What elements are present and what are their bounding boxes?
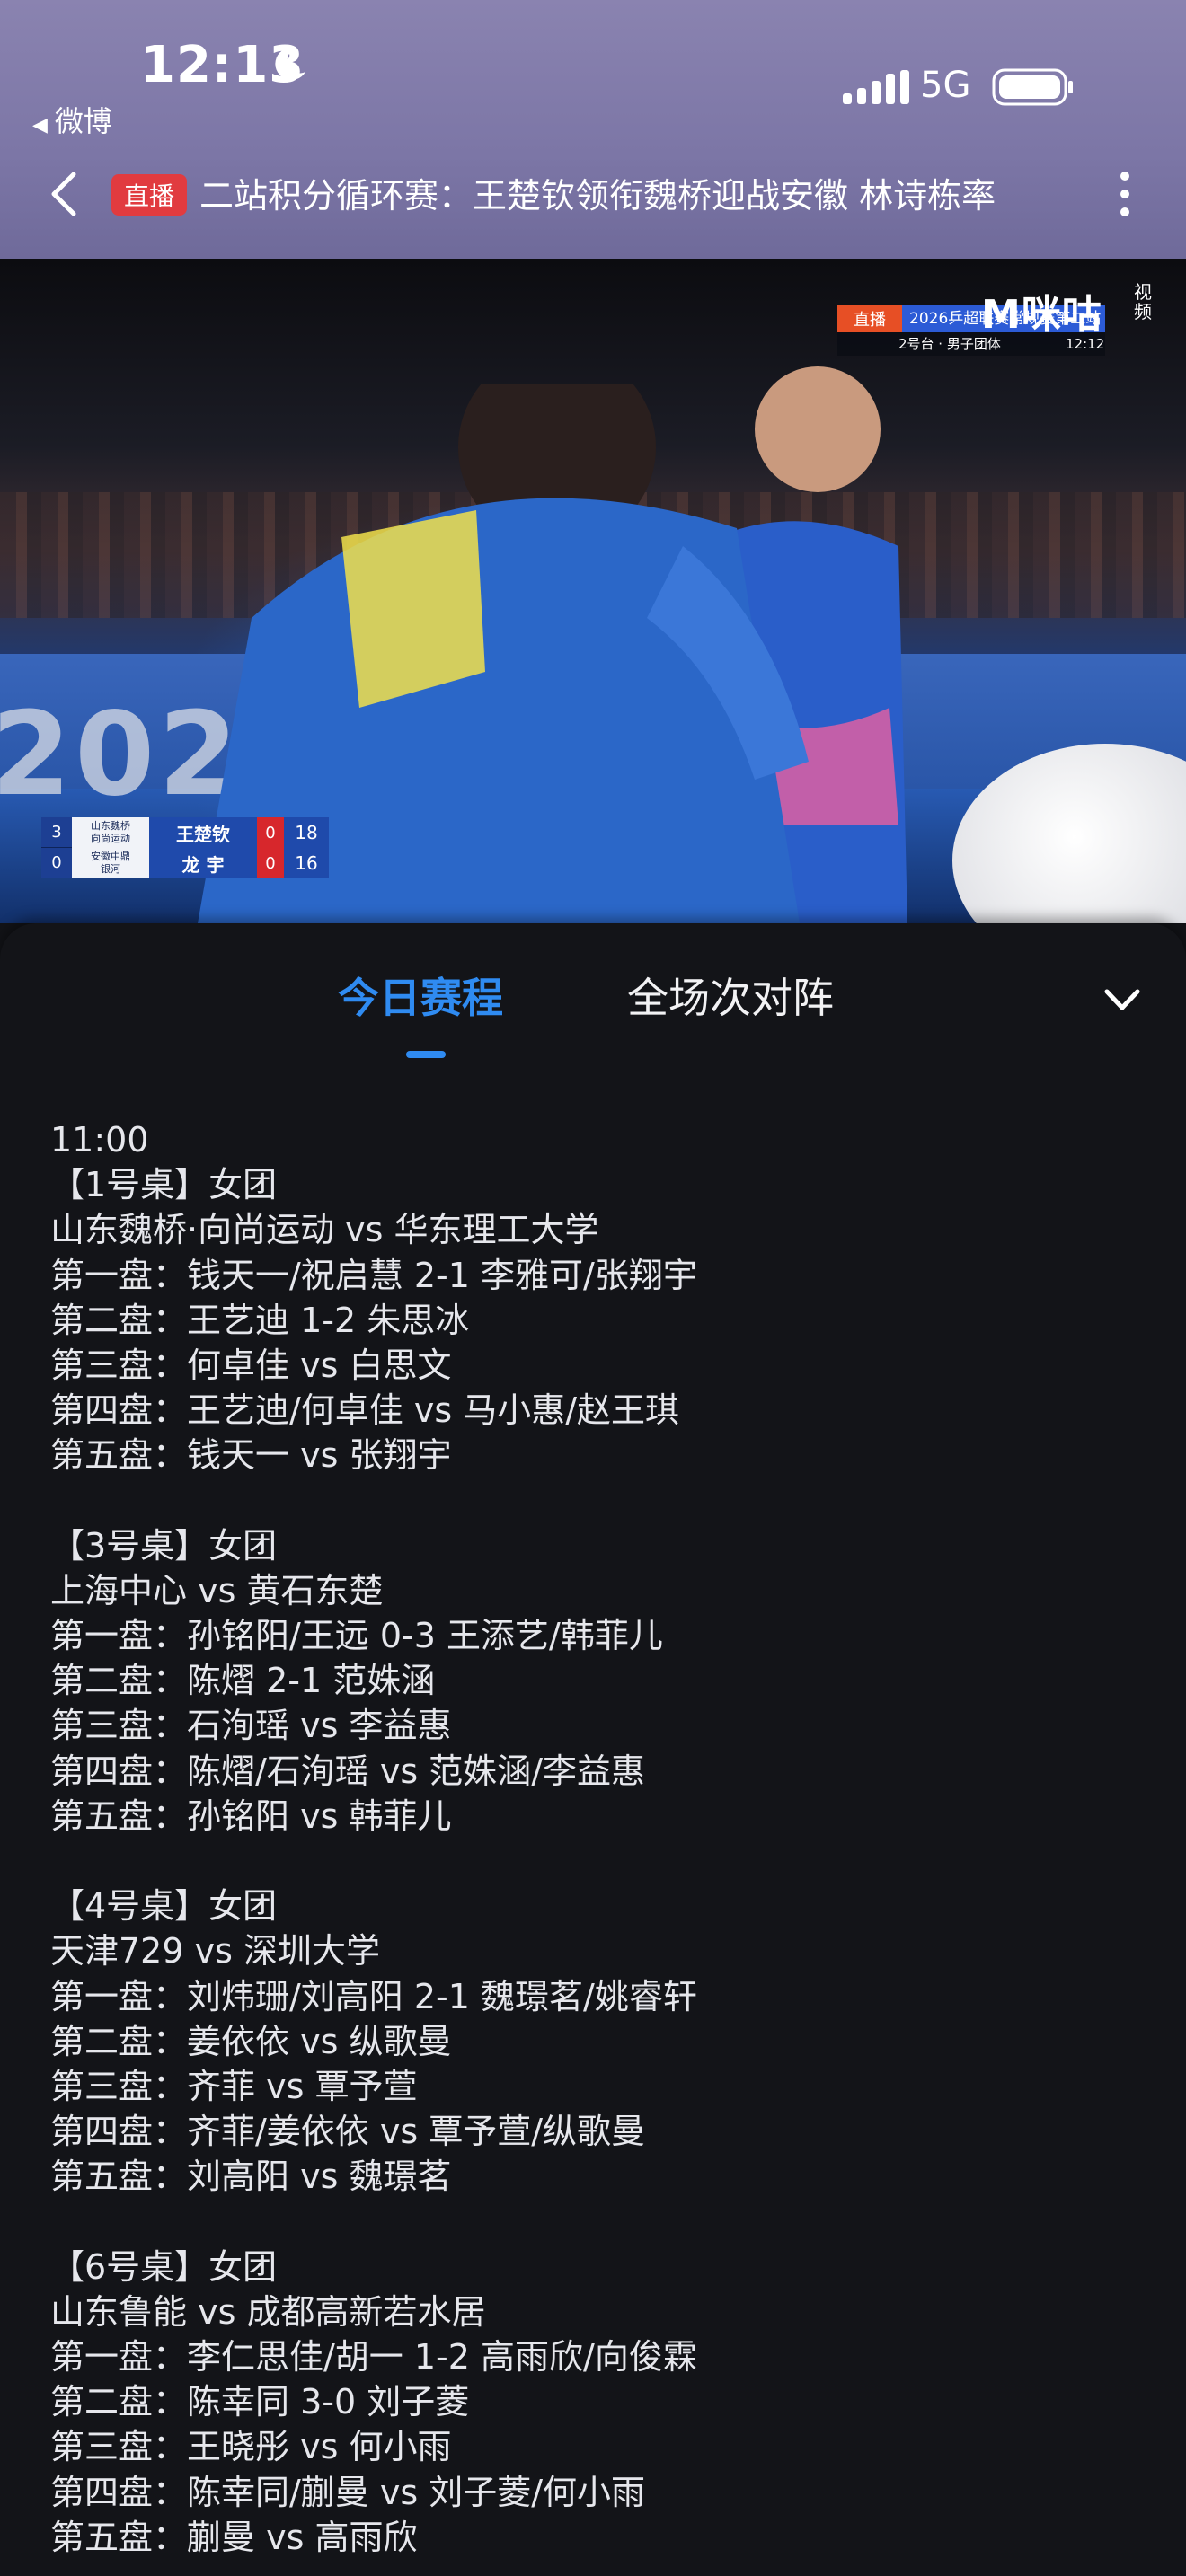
game-line: 第二盘：王艺迪 1-2 朱思冰 xyxy=(50,1300,470,1340)
scoreboard: 3 山东魏桥 向尚运动 王楚钦 0 18 0 安徽中鼎 银河 龙 宇 0 16 xyxy=(41,817,329,878)
point-score: 18 xyxy=(284,817,329,848)
table-matchup: 山东魏桥·向尚运动 vs 华东理工大学 xyxy=(50,1210,599,1250)
battery-icon xyxy=(992,68,1073,106)
schedule-list: 11:00 【1号桌】女团 山东魏桥·向尚运动 vs 华东理工大学 第一盘：钱天… xyxy=(50,1117,1146,2560)
game-line: 第四盘：齐菲/姜依依 vs 覃予萱/纵歌曼 xyxy=(50,2112,646,2152)
team-name-line1: 山东魏桥 xyxy=(91,820,130,832)
table-header: 【4号桌】女团 xyxy=(50,1886,278,1927)
scoreboard-row: 0 安徽中鼎 银河 龙 宇 0 16 xyxy=(41,848,329,878)
game-line: 第三盘：齐菲 vs 覃予萱 xyxy=(50,2066,418,2106)
moon-icon xyxy=(275,48,305,81)
player-name: 王楚钦 xyxy=(149,817,257,848)
team-name: 山东魏桥 向尚运动 xyxy=(72,817,149,848)
table-header: 【3号桌】女团 xyxy=(50,1525,278,1566)
sets-won: 0 xyxy=(41,848,72,878)
more-options-icon[interactable] xyxy=(1114,167,1136,221)
team-name-line2: 银河 xyxy=(101,863,120,875)
top-header: 12:13 ◀ 微博 5G 直播 二站积分循环赛：王楚钦领衔魏桥迎战安徽 林诗栋率 xyxy=(0,0,1186,259)
signal-icon xyxy=(843,70,909,104)
table-matchup: 上海中心 vs 黄石东楚 xyxy=(50,1570,384,1610)
game-line: 第五盘：蒯曼 vs 高雨欣 xyxy=(50,2517,418,2557)
game-line: 第五盘：钱天一 vs 张翔宇 xyxy=(50,1435,452,1476)
game-line: 第四盘：陈幸同/蒯曼 vs 刘子菱/何小雨 xyxy=(50,2472,646,2512)
schedule-time: 11:00 xyxy=(50,1120,149,1160)
game-line: 第二盘：姜依依 vs 纵歌曼 xyxy=(50,2021,452,2061)
chevron-down-icon[interactable] xyxy=(1102,984,1143,1017)
game-line: 第四盘：陈熠/石洵瑶 vs 范姝涵/李益惠 xyxy=(50,1751,646,1791)
table-matchup: 山东鲁能 vs 成都高新若水居 xyxy=(50,2291,486,2332)
page-title: 二站积分循环赛：王楚钦领衔魏桥迎战安徽 林诗栋率 xyxy=(199,176,996,216)
table-header: 【6号桌】女团 xyxy=(50,2246,278,2287)
back-triangle-icon: ◀ xyxy=(32,114,48,137)
live-badge: 直播 xyxy=(111,174,187,216)
team-name-line1: 安徽中鼎 xyxy=(91,851,130,862)
game-line: 第三盘：王晓彤 vs 何小雨 xyxy=(50,2427,452,2467)
game-line: 第三盘：何卓佳 vs 白思文 xyxy=(50,1345,452,1385)
game-line: 第二盘：陈熠 2-1 范姝涵 xyxy=(50,1661,436,1701)
game-line: 第一盘：李仁思佳/胡一 1-2 高雨欣/向俊霖 xyxy=(50,2337,697,2378)
migu-logo: M咪咕 xyxy=(981,292,1102,338)
migu-logo-sub: 视频 xyxy=(1134,281,1152,322)
point-score: 16 xyxy=(284,848,329,878)
back-app-label: 微博 xyxy=(54,104,112,138)
game-line: 第三盘：石洵瑶 vs 李益惠 xyxy=(50,1706,452,1746)
tab-today-schedule[interactable]: 今日赛程 xyxy=(338,966,503,1029)
game-line: 第一盘：刘炜珊/刘高阳 2-1 魏璟茗/姚睿轩 xyxy=(50,1976,697,2016)
team-name-line2: 向尚运动 xyxy=(91,833,130,844)
scoreboard-row: 3 山东魏桥 向尚运动 王楚钦 0 18 xyxy=(41,817,329,848)
game-line: 第五盘：刘高阳 vs 魏璟茗 xyxy=(50,2157,452,2197)
game-line: 第一盘：孙铭阳/王远 0-3 王添艺/韩菲儿 xyxy=(50,1616,663,1656)
tab-full-lineup[interactable]: 全场次对阵 xyxy=(627,966,834,1029)
game-line: 第二盘：陈幸同 3-0 刘子菱 xyxy=(50,2382,470,2422)
back-arrow-icon[interactable] xyxy=(47,169,83,219)
game-line: 第四盘：王艺迪/何卓佳 vs 马小惠/赵王琪 xyxy=(50,1390,680,1431)
player-name: 龙 宇 xyxy=(149,848,257,878)
video-player[interactable]: 2026 直播 2026乒超联赛常规赛第二站 2号台 · 男子团体 12:12 … xyxy=(0,259,1186,923)
table-header: 【1号桌】女团 xyxy=(50,1165,278,1205)
active-tab-indicator xyxy=(406,1051,446,1058)
game-line: 第五盘：孙铭阳 vs 韩菲儿 xyxy=(50,1795,452,1836)
back-to-app-link[interactable]: ◀ 微博 xyxy=(32,99,112,140)
game-score: 0 xyxy=(257,848,284,878)
sets-won: 3 xyxy=(41,817,72,848)
game-score: 0 xyxy=(257,817,284,848)
table-matchup: 天津729 vs 深圳大学 xyxy=(50,1931,380,1972)
network-label: 5G xyxy=(920,65,971,106)
bug-live-label: 直播 xyxy=(837,305,902,332)
team-name: 安徽中鼎 银河 xyxy=(72,848,149,878)
game-line: 第一盘：钱天一/祝启慧 2-1 李雅可/张翔宇 xyxy=(50,1255,697,1295)
